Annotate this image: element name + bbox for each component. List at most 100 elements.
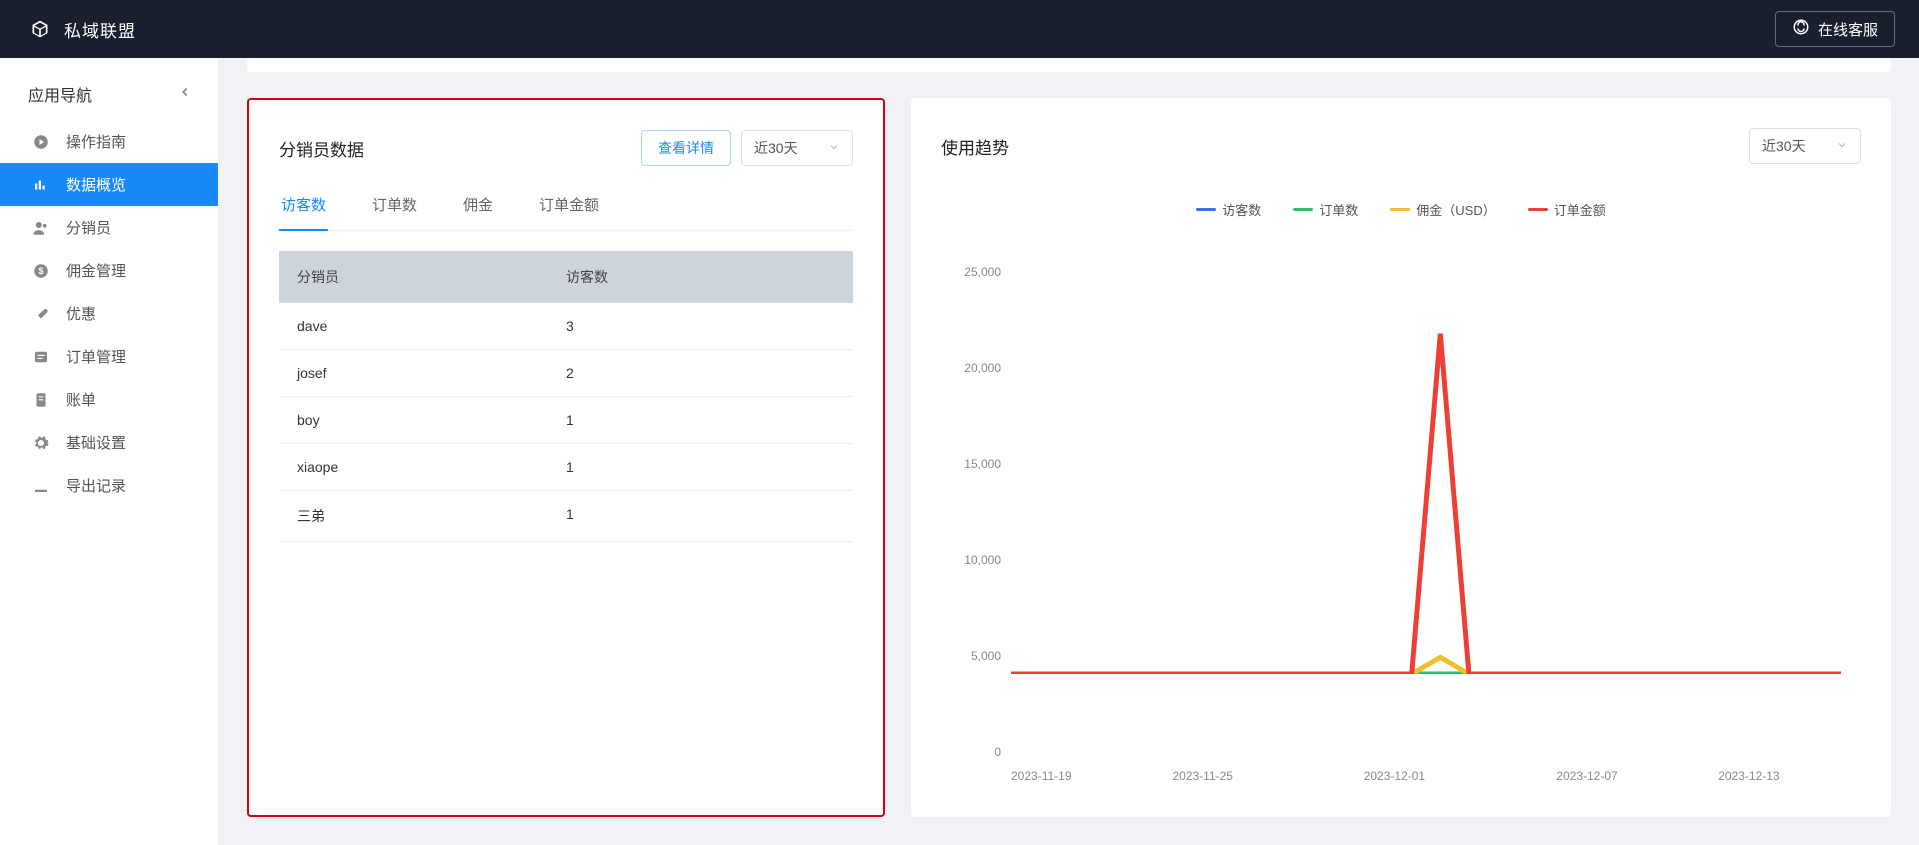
x-tick: 2023-11-19 [1011,769,1072,783]
nav-label: 数据概览 [66,174,126,195]
nav-icon [32,176,50,194]
nav-label: 基础设置 [66,432,126,453]
chart-legend: 访客数 订单数 佣金（USD） 订单金额 [941,200,1861,219]
nav-label: 账单 [66,389,96,410]
nav-icon: $ [32,262,50,280]
legend-swatch [1390,208,1410,211]
sidebar-item-2[interactable]: 分销员 [0,206,218,249]
chart-area: 25,000 20,000 15,000 10,000 5,000 0 2023-11-1… [941,259,1861,793]
upper-card-strip [247,58,1891,72]
x-tick: 2023-12-07 [1556,769,1617,783]
svg-text:$: $ [38,266,43,276]
distributor-table: 分销员 访客数 dave3josef2boy1xiaope1三弟1 [279,251,853,542]
nav-label: 订单管理 [66,346,126,367]
headset-icon [1792,18,1810,40]
cell-name: 三弟 [297,506,566,526]
cell-value: 1 [566,412,574,428]
sidebar-item-1[interactable]: 数据概览 [0,163,218,206]
legend-label: 佣金（USD） [1416,200,1495,219]
y-tick: 10,000 [941,553,1001,567]
distributor-title: 分销员数据 [279,136,364,161]
legend-swatch [1528,208,1548,211]
nav-icon [32,434,50,452]
table-row: boy1 [279,397,853,444]
tab-2[interactable]: 佣金 [461,184,495,231]
legend-label: 订单数 [1319,200,1358,219]
support-label: 在线客服 [1818,19,1878,40]
table-row: josef2 [279,350,853,397]
chevron-down-icon [1836,138,1848,154]
cell-value: 3 [566,318,574,334]
legend-item[interactable]: 订单数 [1293,200,1358,219]
sidebar-item-4[interactable]: 优惠 [0,292,218,335]
trend-title: 使用趋势 [941,134,1009,159]
legend-swatch [1293,208,1313,211]
legend-label: 订单金额 [1554,200,1606,219]
chart-plot [1011,259,1841,674]
app-title: 私域联盟 [64,17,136,42]
y-tick: 20,000 [941,361,1001,375]
sidebar-item-3[interactable]: $佣金管理 [0,249,218,292]
legend-item[interactable]: 访客数 [1196,200,1261,219]
sidebar-item-8[interactable]: 导出记录 [0,464,218,507]
cell-name: josef [297,365,566,381]
sidebar-item-0[interactable]: 操作指南 [0,120,218,163]
th-visitors: 访客数 [566,267,608,287]
cube-logo-icon [30,19,50,39]
topbar: 私域联盟 在线客服 [0,0,1919,58]
distributor-range-select[interactable]: 近30天 [741,130,853,166]
x-tick: 2023-12-13 [1718,769,1779,783]
cell-name: dave [297,318,566,334]
table-row: dave3 [279,303,853,350]
x-tick: 2023-11-25 [1172,769,1233,783]
legend-item[interactable]: 佣金（USD） [1390,200,1495,219]
legend-swatch [1196,208,1216,211]
y-tick: 0 [941,745,1001,759]
table-row: xiaope1 [279,444,853,491]
tab-0[interactable]: 访客数 [279,184,328,231]
cell-name: boy [297,412,566,428]
nav-icon [32,391,50,409]
cell-name: xiaope [297,459,566,475]
distributor-data-card: 分销员数据 查看详情 近30天 访客数订单数佣金订单金额 分 [247,98,885,817]
trend-range-value: 近30天 [1762,136,1806,156]
table-header: 分销员 访客数 [279,251,853,303]
nav-header-label: 应用导航 [28,82,92,106]
table-row: 三弟1 [279,491,853,542]
distributor-range-value: 近30天 [754,138,798,158]
sidebar: 应用导航 操作指南数据概览分销员 $佣金管理优惠订单管理账单基础设置导出记录 [0,58,219,845]
cell-value: 1 [566,506,574,526]
collapse-icon[interactable] [178,85,192,104]
nav-label: 分销员 [66,217,111,238]
nav-icon [32,305,50,323]
nav-label: 操作指南 [66,131,126,152]
distributor-tabs: 访客数订单数佣金订单金额 [279,184,853,231]
y-axis: 25,00020,00015,00010,0005,0000 [941,259,1009,753]
view-detail-button[interactable]: 查看详情 [641,130,731,166]
sidebar-item-5[interactable]: 订单管理 [0,335,218,378]
nav-header: 应用导航 [0,64,218,120]
x-tick: 2023-12-01 [1364,769,1425,783]
tab-3[interactable]: 订单金额 [537,184,601,231]
y-tick: 5,000 [941,649,1001,663]
cell-value: 1 [566,459,574,475]
y-tick: 15,000 [941,457,1001,471]
main-content: 分销员数据 查看详情 近30天 访客数订单数佣金订单金额 分 [219,58,1919,845]
y-tick: 25,000 [941,265,1001,279]
support-button[interactable]: 在线客服 [1775,11,1895,47]
chevron-down-icon [828,140,840,156]
trend-card: 使用趋势 近30天 访客数 订单数 佣金（USD） 订单金额 25,000 20,000… [911,98,1891,817]
nav-icon [32,133,50,151]
sidebar-item-6[interactable]: 账单 [0,378,218,421]
nav-icon [32,477,50,495]
th-distributor: 分销员 [297,267,566,287]
legend-label: 访客数 [1222,200,1261,219]
sidebar-item-7[interactable]: 基础设置 [0,421,218,464]
nav-label: 导出记录 [66,475,126,496]
nav-icon [32,219,50,237]
tab-1[interactable]: 订单数 [370,184,419,231]
nav-label: 优惠 [66,303,96,324]
trend-range-select[interactable]: 近30天 [1749,128,1861,164]
x-axis: 2023-11-19 2023-11-25 2023-12-01 2023-12-07… [1011,769,1841,783]
legend-item[interactable]: 订单金额 [1528,200,1606,219]
